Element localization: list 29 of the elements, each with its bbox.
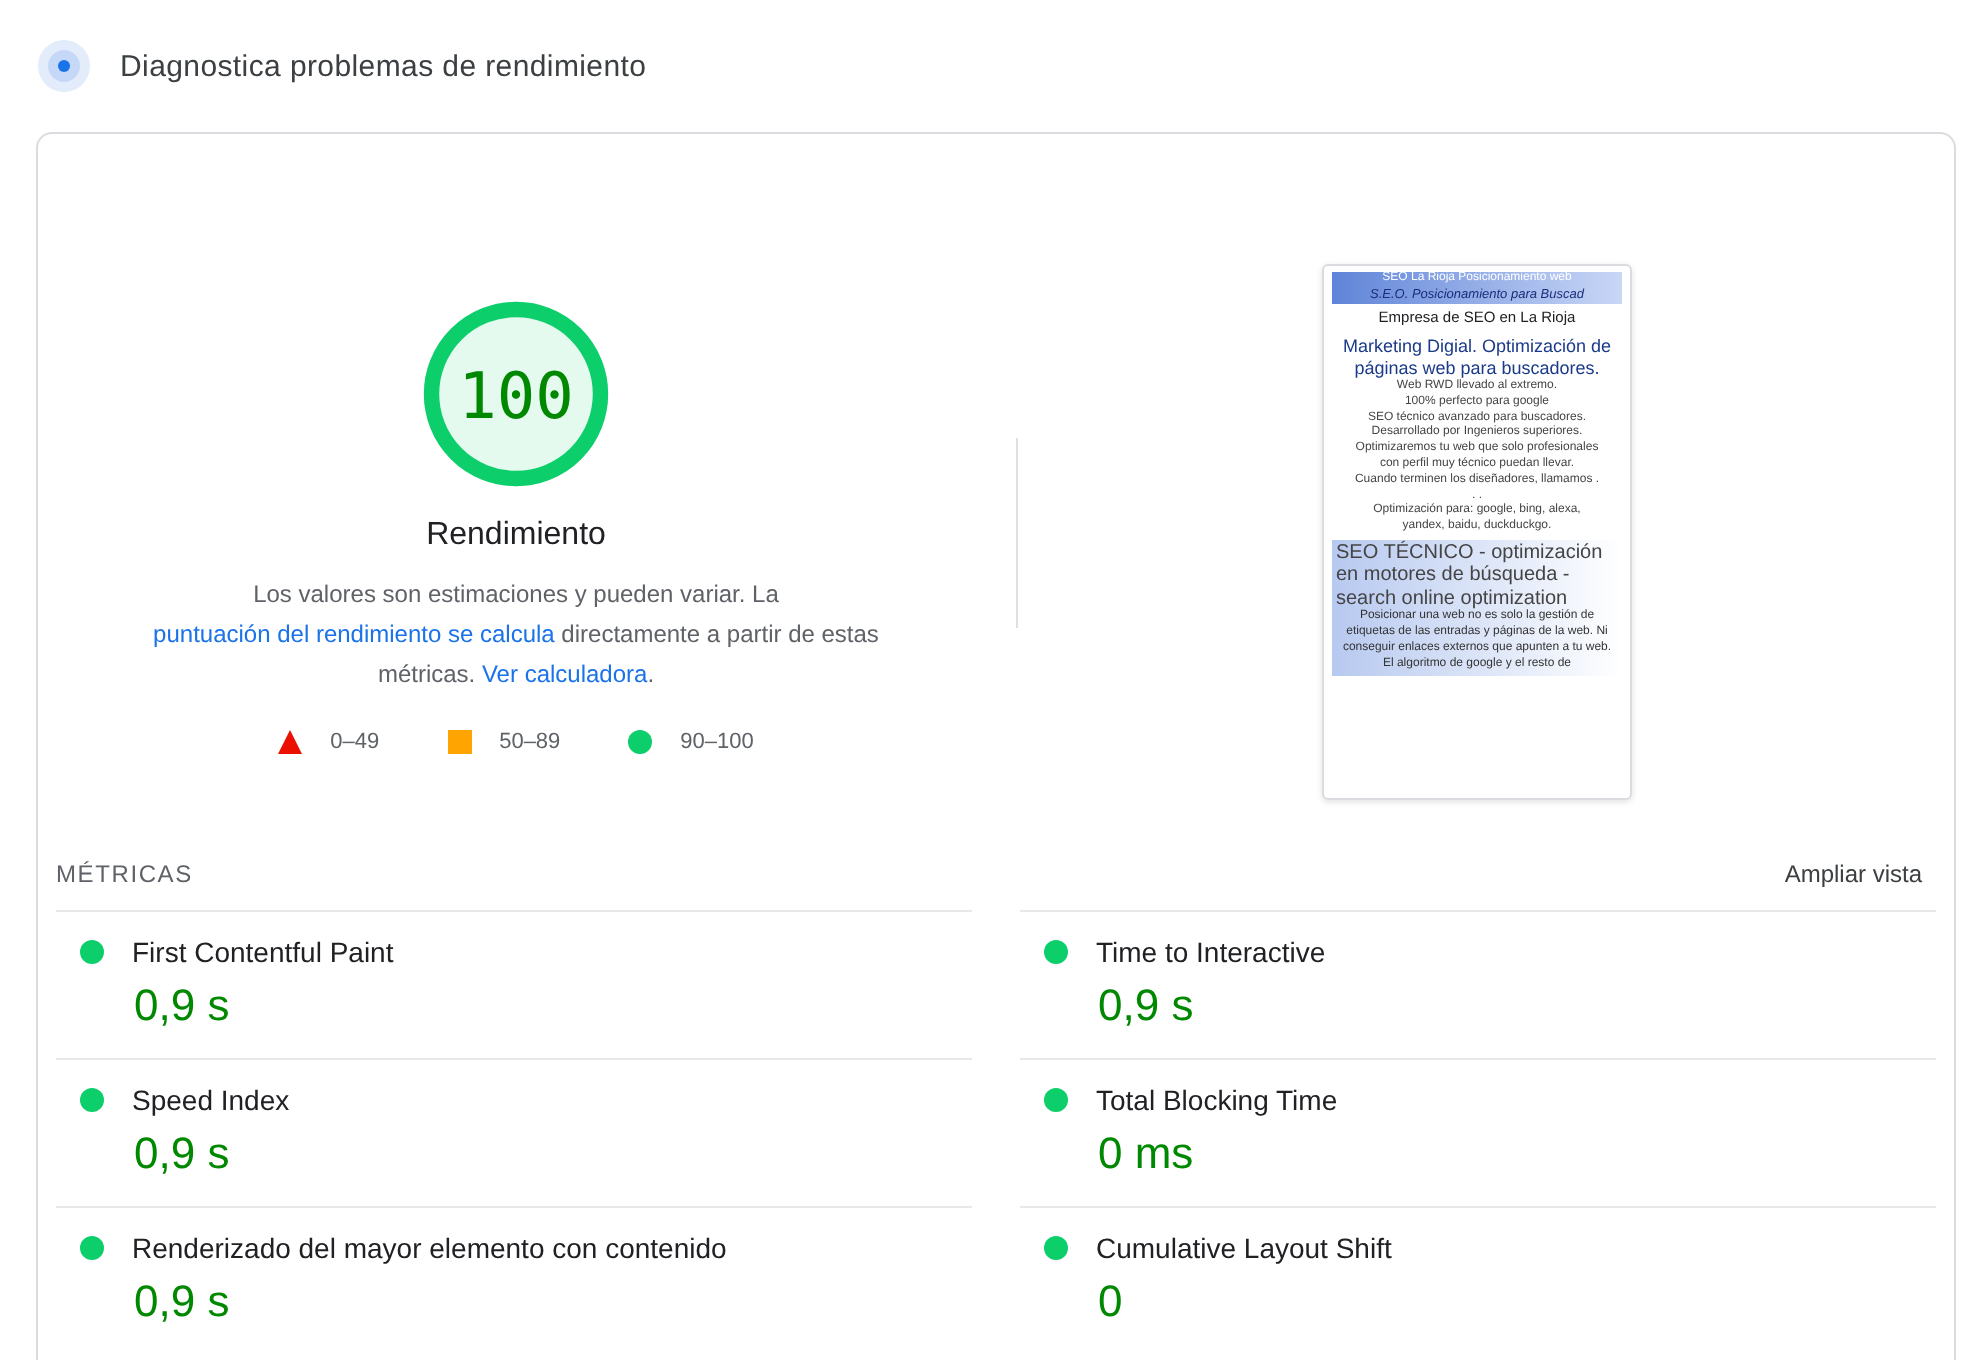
section-title: Diagnostica problemas de rendimiento	[120, 49, 647, 83]
description-link[interactable]: puntuación del rendimiento se calcula	[153, 620, 555, 648]
metric-value: 0,9 s	[1098, 980, 1196, 1032]
description-link[interactable]: Ver calculadora	[481, 660, 648, 688]
score-value: 100	[456, 358, 576, 434]
screenshot-section-title: SEO TÉCNICO - optimización en motores de búsqueda - search online optimization	[1336, 541, 1605, 610]
expand-view-link[interactable]: Ampliar vista	[1784, 860, 1922, 888]
triangle-icon	[278, 730, 303, 754]
score-label: Rendimiento	[426, 518, 606, 554]
legend-range: 50–89	[499, 730, 561, 754]
metric-name: Speed Index	[132, 1084, 290, 1116]
legend-range: 90–100	[680, 730, 754, 754]
score-description: Los valores son estimaciones y pueden variar. La puntuación del rendimiento se calcula directamente a partir de estas métricas. Ver calculadora.	[151, 578, 881, 692]
legend-range: 0–49	[330, 730, 380, 754]
metric-value: 0,9 s	[134, 1128, 232, 1180]
metric-value: 0,9 s	[134, 980, 232, 1032]
metric-name: Time to Interactive	[1096, 936, 1326, 968]
metric-value: 0,9 s	[134, 1276, 232, 1328]
metric-name: Renderizado del mayor elemento con contenido	[132, 1232, 727, 1264]
metric-value: 0 ms	[1098, 1128, 1196, 1180]
metric-name: First Contentful Paint	[132, 936, 394, 968]
metric-name: Cumulative Layout Shift	[1096, 1232, 1392, 1264]
square-icon	[447, 730, 472, 754]
metric-value: 0	[1098, 1276, 1125, 1328]
screenshot-headline: Marketing Digial. Optimización de páginas web para buscadores.	[1340, 336, 1614, 379]
metric-name: Total Blocking Time	[1096, 1084, 1338, 1116]
circle-icon	[628, 730, 653, 754]
gauge-icon	[36, 38, 92, 94]
metrics-heading: MÉTRICAS	[56, 860, 193, 888]
